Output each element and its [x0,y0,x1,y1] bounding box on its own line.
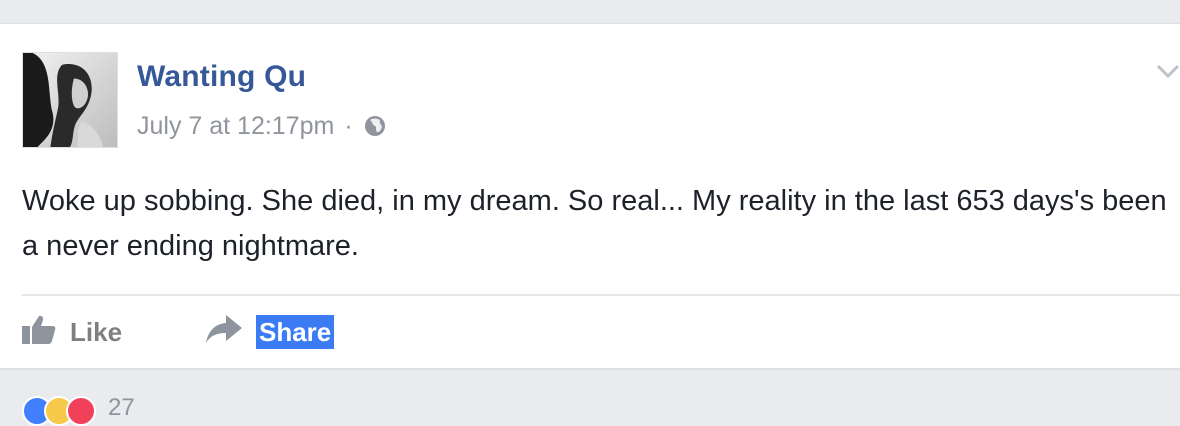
feed-top-strip [0,0,1180,24]
post-message: Woke up sobbing. She died, in my dream. … [22,185,1167,262]
like-label: Like [70,316,123,347]
globe-icon[interactable] [363,114,387,138]
share-arrow-icon [206,314,242,350]
post-card: Wanting Qu July 7 at 12:17pm · Woke up s… [0,24,1180,368]
love-reaction-icon [66,396,96,426]
thumbs-up-icon [22,314,56,351]
author-avatar[interactable] [22,52,118,148]
post-timestamp-link[interactable]: July 7 at 12:17pm [137,112,334,141]
reactions-divider [0,368,1180,370]
chevron-down-icon[interactable] [1156,62,1180,82]
share-button[interactable]: Share [206,314,335,350]
reaction-count[interactable]: 27 [108,396,135,420]
author-name-link[interactable]: Wanting Qu [137,60,306,94]
reactions-bar[interactable]: 27 [22,396,135,426]
actions-divider [22,294,1180,296]
avatar-photo [23,53,117,147]
post-meta: July 7 at 12:17pm · [137,110,387,142]
like-button[interactable]: Like [22,314,122,350]
meta-separator: · [344,111,353,140]
share-label: Share [256,315,335,349]
